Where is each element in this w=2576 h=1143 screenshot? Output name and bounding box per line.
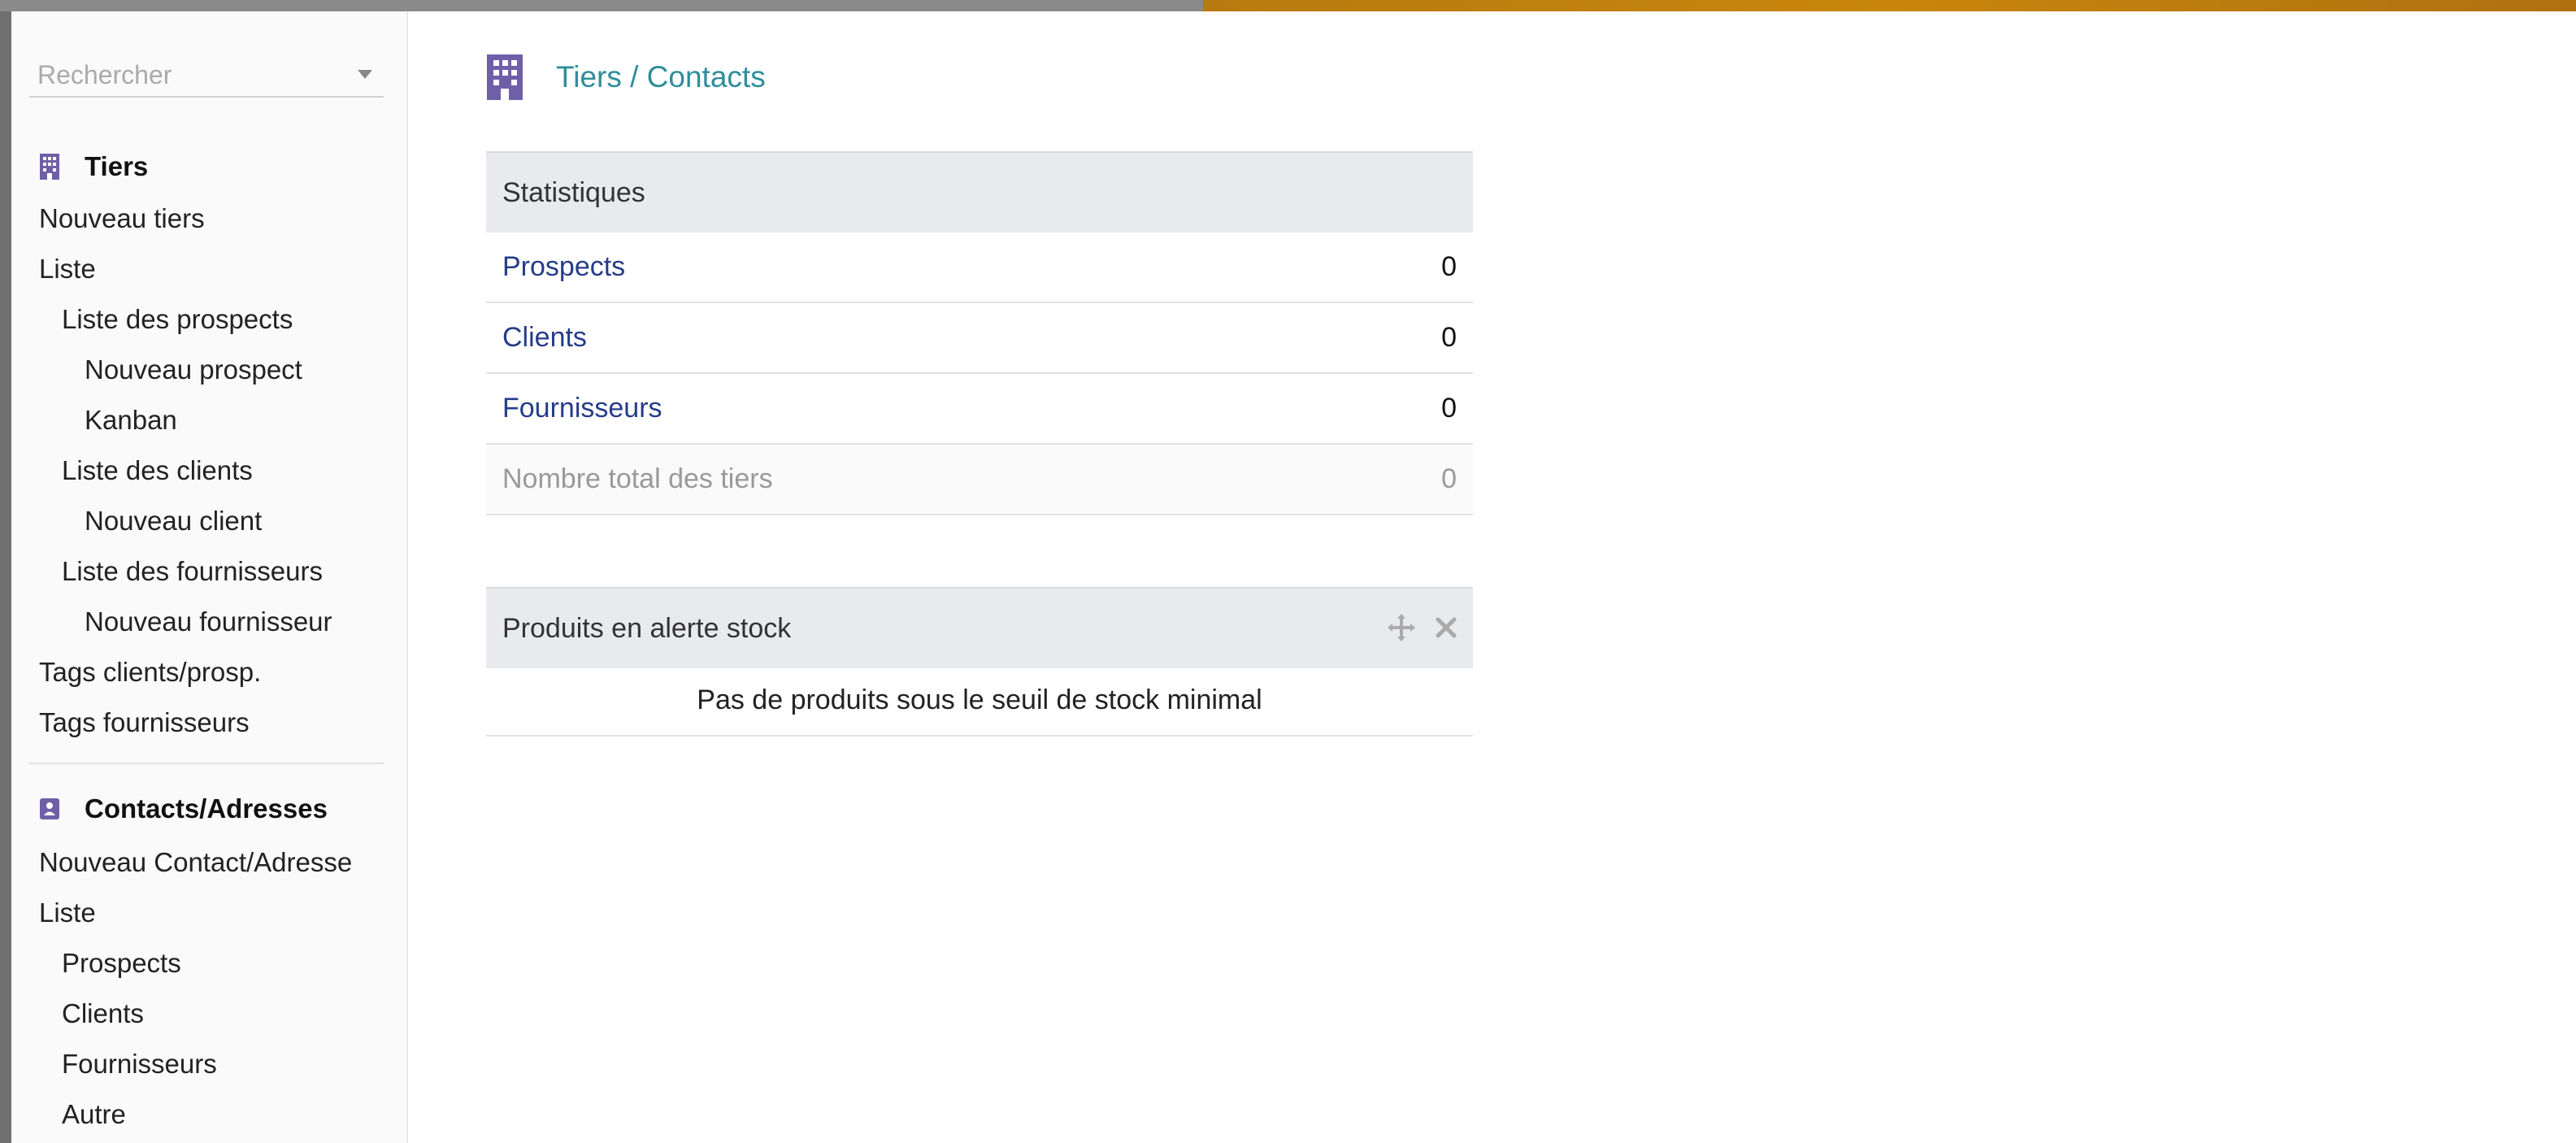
sidebar-item-kanban[interactable]: Kanban	[85, 405, 177, 436]
window-chrome-accent	[1203, 0, 2576, 11]
table-row[interactable]: Fournisseurs 0	[486, 374, 1473, 445]
page-title: Tiers / Contacts	[556, 60, 766, 93]
stats-label-prospects[interactable]: Prospects	[502, 251, 625, 283]
search-input[interactable]	[37, 60, 346, 90]
sidebar-item-contacts-prospects[interactable]: Prospects	[62, 948, 181, 979]
sidebar-item-contacts-clients[interactable]: Clients	[62, 998, 144, 1029]
building-icon	[40, 154, 59, 180]
sidebar-item-contacts-fournisseurs[interactable]: Fournisseurs	[62, 1049, 217, 1080]
page-header: Tiers / Contacts	[486, 54, 766, 101]
box-tools	[1387, 613, 1458, 642]
address-book-icon	[40, 798, 59, 819]
stock-alert-message: Pas de produits sous le seuil de stock m…	[486, 668, 1473, 737]
table-row-total: Nombre total des tiers 0	[486, 445, 1473, 515]
app-frame: Tiers Nouveau tiers Liste Liste des pros…	[11, 11, 2576, 1143]
stats-box-header: Statistiques	[486, 151, 1473, 233]
stats-box: Statistiques Prospects 0 Clients 0 Fourn…	[486, 151, 1473, 515]
stats-value-prospects: 0	[1441, 251, 1457, 282]
sidebar-item-nouveau-tiers[interactable]: Nouveau tiers	[39, 203, 205, 234]
sidebar-item-liste-prospects[interactable]: Liste des prospects	[62, 304, 293, 335]
sidebar-section-tiers[interactable]: Tiers	[39, 151, 148, 182]
chevron-down-icon[interactable]	[358, 70, 372, 79]
sidebar-item-contacts-autre[interactable]: Autre	[62, 1099, 126, 1130]
sidebar-item-liste-clients[interactable]: Liste des clients	[62, 455, 253, 486]
move-icon[interactable]	[1387, 613, 1416, 642]
stats-value-fournisseurs: 0	[1441, 393, 1457, 424]
stats-value-clients: 0	[1441, 322, 1457, 353]
table-row[interactable]: Clients 0	[486, 303, 1473, 374]
building-icon	[487, 54, 523, 100]
sidebar-item-tags-clients[interactable]: Tags clients/prosp.	[39, 657, 261, 688]
sidebar-item-liste-fournisseurs[interactable]: Liste des fournisseurs	[62, 556, 323, 587]
sidebar-section-label: Tiers	[85, 151, 149, 181]
sidebar-item-liste[interactable]: Liste	[39, 254, 96, 285]
stats-label-fournisseurs[interactable]: Fournisseurs	[502, 393, 662, 424]
stock-alert-box: Produits en alerte stock Pas de produits…	[486, 587, 1473, 737]
stock-alert-title: Produits en alerte stock	[502, 612, 792, 644]
sidebar-section-label: Contacts/Adresses	[85, 793, 328, 824]
sidebar-item-nouveau-client[interactable]: Nouveau client	[85, 506, 262, 537]
sidebar-item-nouveau-fournisseur[interactable]: Nouveau fournisseur	[85, 606, 332, 637]
close-icon[interactable]	[1434, 615, 1458, 640]
sidebar-item-nouveau-prospect[interactable]: Nouveau prospect	[85, 354, 302, 385]
sidebar-divider	[29, 763, 384, 764]
sidebar-item-tags-fournisseurs[interactable]: Tags fournisseurs	[39, 707, 250, 738]
sidebar-item-nouveau-contact[interactable]: Nouveau Contact/Adresse	[39, 847, 352, 878]
stock-alert-header: Produits en alerte stock	[486, 587, 1473, 668]
stats-label-total: Nombre total des tiers	[502, 463, 773, 494]
stats-box-title: Statistiques	[502, 176, 645, 208]
sidebar: Tiers Nouveau tiers Liste Liste des pros…	[11, 11, 408, 1143]
search-box[interactable]	[29, 52, 384, 98]
stats-label-clients[interactable]: Clients	[502, 322, 587, 354]
stats-value-total: 0	[1441, 463, 1457, 494]
sidebar-section-contacts[interactable]: Contacts/Adresses	[39, 793, 328, 824]
table-row[interactable]: Prospects 0	[486, 233, 1473, 303]
sidebar-item-contacts-liste[interactable]: Liste	[39, 897, 96, 928]
